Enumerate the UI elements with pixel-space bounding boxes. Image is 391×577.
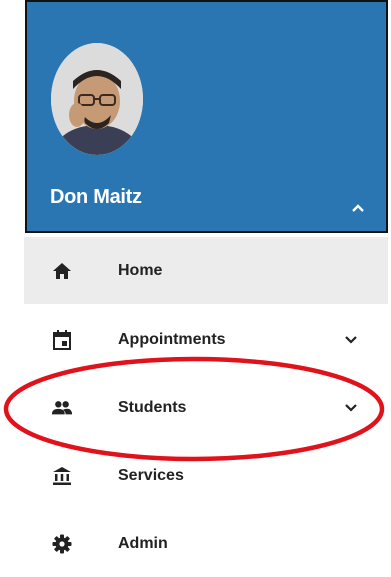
nav-label-appointments: Appointments <box>118 330 226 348</box>
calendar-icon <box>51 329 73 351</box>
user-name: Don Maitz <box>50 186 142 208</box>
user-profile-header: Don Maitz <box>25 0 388 233</box>
nav-item-students[interactable]: Students <box>24 374 388 441</box>
avatar <box>51 43 143 155</box>
nav-label-services: Services <box>118 466 184 484</box>
nav-label-home: Home <box>118 261 163 279</box>
collapse-profile-button[interactable] <box>346 198 370 218</box>
nav-item-services[interactable]: Services <box>24 442 388 509</box>
chevron-down-icon[interactable] <box>344 333 358 347</box>
nav-label-students: Students <box>118 398 187 416</box>
bank-icon <box>51 465 73 487</box>
nav-item-appointments[interactable]: Appointments <box>24 306 388 373</box>
nav-label-admin: Admin <box>118 534 168 552</box>
home-icon <box>51 260 73 282</box>
gear-icon <box>51 533 73 555</box>
chevron-up-icon <box>352 204 364 212</box>
nav-item-admin[interactable]: Admin <box>24 510 388 577</box>
chevron-down-icon[interactable] <box>344 401 358 415</box>
nav-item-home[interactable]: Home <box>24 237 388 304</box>
people-icon <box>51 397 73 419</box>
